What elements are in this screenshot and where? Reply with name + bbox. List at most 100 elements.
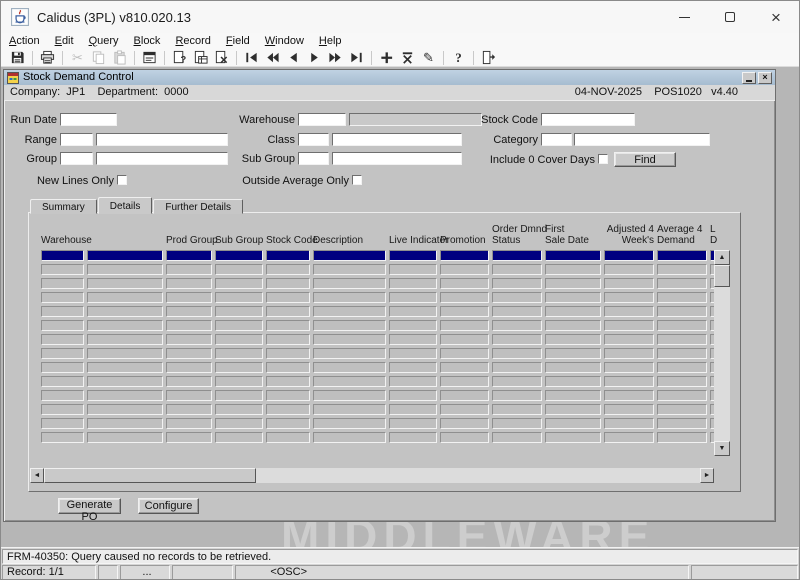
table-cell[interactable] [266,376,310,387]
table-cell[interactable] [41,432,84,443]
menu-block[interactable]: Block [134,35,161,47]
table-cell[interactable] [87,306,163,317]
table-cell[interactable] [87,390,163,401]
table-cell[interactable] [492,404,542,415]
table-cell[interactable] [41,390,84,401]
table-cell[interactable] [545,432,601,443]
vertical-scrollbar[interactable]: ▲ ▼ [714,250,730,456]
category-description-input[interactable] [574,133,710,146]
close-button[interactable]: × [753,1,799,33]
table-cell[interactable] [492,320,542,331]
table-cell[interactable] [41,264,84,275]
table-cell[interactable] [166,334,212,345]
toolbar-previous-record-button[interactable] [283,49,304,66]
table-cell[interactable] [545,292,601,303]
toolbar-previous-block-button[interactable] [262,49,283,66]
table-cell[interactable] [492,432,542,443]
table-cell[interactable] [87,376,163,387]
table-cell[interactable] [389,404,437,415]
table-cell[interactable] [657,404,707,415]
table-cell[interactable] [657,418,707,429]
tab-further-details[interactable]: Further Details [153,199,243,214]
table-cell[interactable] [545,418,601,429]
table-cell[interactable] [215,404,263,415]
table-cell[interactable] [545,306,601,317]
table-cell[interactable] [440,432,489,443]
toolbar-first-record-button[interactable] [241,49,262,66]
table-cell[interactable] [604,348,654,359]
table-cell[interactable] [657,306,707,317]
table-cell[interactable] [545,278,601,289]
table-cell[interactable] [389,278,437,289]
toolbar-next-record-button[interactable] [304,49,325,66]
sub-group-code-input[interactable] [298,152,329,165]
table-cell[interactable] [389,292,437,303]
include-0-cover-days-checkbox[interactable] [598,154,608,164]
tab-details[interactable]: Details [98,197,153,214]
table-cell[interactable] [545,348,601,359]
table-cell[interactable] [41,334,84,345]
menu-query[interactable]: Query [89,35,119,47]
menu-record[interactable]: Record [175,35,210,47]
table-cell[interactable] [266,320,310,331]
minimize-button[interactable] [661,1,707,33]
menu-window[interactable]: Window [265,35,304,47]
table-cell[interactable] [389,264,437,275]
table-cell[interactable] [313,320,386,331]
table-cell[interactable] [389,432,437,443]
table-cell[interactable] [41,404,84,415]
toolbar-execute-query-button[interactable] [190,49,211,66]
table-cell[interactable] [492,334,542,345]
table-cell[interactable] [215,348,263,359]
table-cell[interactable] [215,334,263,345]
table-cell[interactable] [266,306,310,317]
table-cell[interactable] [41,250,84,261]
toolbar-help-button[interactable]: ? [448,49,469,66]
table-cell[interactable] [166,404,212,415]
table-cell[interactable] [657,292,707,303]
table-cell[interactable] [657,250,707,261]
table-cell[interactable] [604,376,654,387]
table-cell[interactable] [492,250,542,261]
table-cell[interactable] [266,390,310,401]
category-code-input[interactable] [541,133,572,146]
table-cell[interactable] [166,362,212,373]
table-cell[interactable] [604,432,654,443]
menu-help[interactable]: Help [319,35,342,47]
table-cell[interactable] [215,362,263,373]
table-cell[interactable] [389,390,437,401]
table-cell[interactable] [313,348,386,359]
table-cell[interactable] [166,306,212,317]
table-cell[interactable] [440,250,489,261]
form-minimize-button[interactable] [742,72,756,84]
table-cell[interactable] [545,376,601,387]
toolbar-cancel-query-button[interactable] [211,49,232,66]
generate-po-button[interactable]: Generate PO [58,498,121,514]
table-cell[interactable] [87,348,163,359]
table-cell[interactable] [215,292,263,303]
table-cell[interactable] [166,264,212,275]
table-cell[interactable] [492,390,542,401]
table-cell[interactable] [41,320,84,331]
table-cell[interactable] [166,376,212,387]
table-cell[interactable] [440,334,489,345]
table-cell[interactable] [313,362,386,373]
scroll-right-button[interactable]: ► [700,468,714,483]
table-cell[interactable] [215,306,263,317]
table-cell[interactable] [41,418,84,429]
table-cell[interactable] [313,306,386,317]
table-cell[interactable] [166,432,212,443]
table-cell[interactable] [545,362,601,373]
class-code-input[interactable] [298,133,329,146]
table-cell[interactable] [313,292,386,303]
table-cell[interactable] [266,278,310,289]
table-cell[interactable] [87,250,163,261]
table-cell[interactable] [87,362,163,373]
vertical-scroll-thumb[interactable] [714,265,730,287]
table-cell[interactable] [266,404,310,415]
toolbar-block-menu-button[interactable] [139,49,160,66]
maximize-button[interactable] [707,1,753,33]
table-cell[interactable] [215,432,263,443]
table-cell[interactable] [266,432,310,443]
menu-field[interactable]: Field [226,35,250,47]
